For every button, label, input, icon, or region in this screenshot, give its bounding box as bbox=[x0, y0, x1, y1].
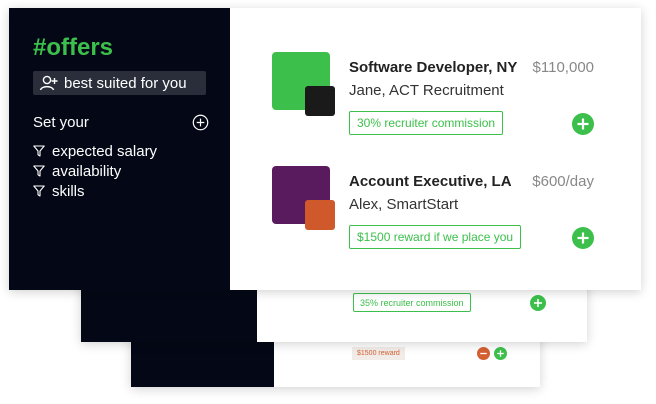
offer-salary: $110,000 bbox=[532, 59, 594, 76]
plus-circle-icon[interactable] bbox=[192, 114, 209, 131]
filter-item-label: availability bbox=[52, 162, 122, 180]
filter-item-expected-salary[interactable]: expected salary bbox=[33, 141, 157, 161]
offer-title: Account Executive, LA bbox=[349, 173, 512, 190]
add-circle-icon[interactable] bbox=[530, 295, 546, 311]
filter-icon bbox=[33, 145, 45, 157]
offer-company: Alex, SmartStart bbox=[349, 196, 459, 213]
filter-item-label: expected salary bbox=[52, 142, 158, 160]
offer-company: Jane, ACT Recruitment bbox=[349, 82, 504, 99]
offer-item[interactable]: Account Executive, LA $600/day Alex, Sma… bbox=[230, 166, 641, 266]
company-logo-badge bbox=[305, 86, 335, 116]
filter-item-skills[interactable]: skills bbox=[33, 181, 157, 201]
company-logo-badge bbox=[305, 200, 335, 230]
reward-tag: $1500 reward if we place you bbox=[349, 225, 522, 249]
sidebar: #offers best suited for you Set your exp… bbox=[9, 8, 230, 290]
offers-card: #offers best suited for you Set your exp… bbox=[9, 8, 641, 290]
search-bar[interactable]: best suited for you bbox=[33, 71, 206, 95]
add-circle-icon[interactable] bbox=[572, 227, 594, 249]
add-user-icon bbox=[39, 75, 58, 91]
filter-item-availability[interactable]: availability bbox=[33, 161, 157, 181]
commission-tag: 35% recruiter commission bbox=[353, 293, 471, 312]
brand-title: #offers bbox=[33, 34, 114, 61]
offer-salary: $600/day bbox=[532, 173, 594, 190]
add-circle-icon[interactable] bbox=[494, 347, 507, 360]
filter-icon bbox=[33, 185, 45, 197]
filter-section-title: Set your bbox=[33, 114, 89, 131]
offers-list: Software Developer, NY $110,000 Jane, AC… bbox=[230, 8, 641, 290]
reward-tag: $1500 reward bbox=[352, 347, 405, 360]
filter-list: expected salary availability skills bbox=[33, 141, 157, 201]
offer-title: Software Developer, NY bbox=[349, 59, 518, 76]
filter-item-label: skills bbox=[52, 182, 85, 200]
commission-tag: 30% recruiter commission bbox=[349, 111, 504, 135]
search-label: best suited for you bbox=[64, 74, 187, 92]
add-circle-icon[interactable] bbox=[572, 113, 594, 135]
filter-icon bbox=[33, 165, 45, 177]
remove-circle-icon[interactable] bbox=[477, 347, 490, 360]
offer-item[interactable]: Software Developer, NY $110,000 Jane, AC… bbox=[230, 52, 641, 152]
